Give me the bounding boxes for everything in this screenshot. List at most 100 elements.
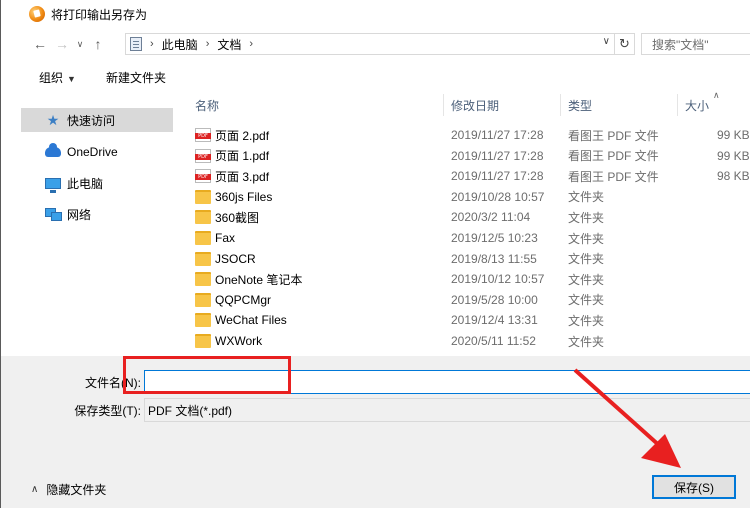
file-row[interactable]: 页面 2.pdf 2019/11/27 17:28 看图王 PDF 文件 99 KB [187, 125, 750, 145]
save-button[interactable]: 保存(S) [652, 475, 736, 499]
save-dialog: 将打印输出另存为 ← → ∨ ↑ › 此电脑 › 文档 › ∨ ↻ 搜索"文档"… [0, 0, 750, 508]
column-header-name[interactable]: 名称 [195, 92, 219, 118]
chevron-up-icon: ∧ [31, 484, 39, 495]
filename-input[interactable] [144, 370, 750, 394]
sort-caret-icon: ∧ [713, 92, 720, 100]
file-row[interactable]: 页面 3.pdf 2019/11/27 17:28 看图王 PDF 文件 98 KB [187, 166, 750, 186]
recent-locations-chevron-icon[interactable]: ∨ [73, 33, 87, 55]
toolbar: 组织 ▼ 新建文件夹 [1, 62, 750, 92]
file-type: 文件夹 [568, 334, 605, 349]
file-size: 99 KB [717, 128, 750, 142]
file-type: 文件夹 [568, 210, 605, 225]
nav-item-this-pc[interactable]: 此电脑 [21, 171, 173, 195]
file-type: 看图王 PDF 文件 [568, 169, 659, 184]
filetype-select[interactable]: PDF 文档(*.pdf) [144, 398, 750, 422]
folder-icon [195, 334, 211, 348]
breadcrumb-documents[interactable]: 文档 [217, 36, 241, 53]
hide-folders-button[interactable]: ∧ 隐藏文件夹 [31, 481, 106, 498]
file-name-cell: WeChat Files [195, 313, 287, 328]
file-date: 2019/11/27 17:28 [451, 148, 544, 163]
file-name: 页面 3.pdf [215, 169, 270, 184]
nav-item-label: OneDrive [67, 145, 118, 159]
file-type: 文件夹 [568, 231, 605, 246]
back-arrow-icon[interactable]: ← [29, 33, 51, 55]
nav-item-onedrive[interactable]: OneDrive [21, 140, 173, 164]
file-name-cell: 360截图 [195, 209, 259, 226]
file-name: 360截图 [215, 210, 260, 225]
title-bar: 将打印输出另存为 [1, 0, 750, 28]
breadcrumb-separator-icon[interactable]: › [249, 38, 253, 50]
filetype-value: PDF 文档(*.pdf) [148, 403, 233, 418]
file-type: 文件夹 [568, 313, 605, 328]
address-dropdown-icon[interactable]: ∨ [603, 36, 610, 47]
refresh-icon[interactable]: ↻ [614, 34, 634, 54]
file-row[interactable]: 360截图 2020/3/2 11:04 文件夹 [187, 207, 750, 227]
file-type: 文件夹 [568, 252, 605, 267]
filetype-label: 保存类型(T): [74, 404, 141, 418]
file-list: 名称 修改日期 类型 ∧ 大小 页面 2.pdf 2019/11/27 17:28… [187, 92, 750, 356]
nav-item-network[interactable]: 网络 [21, 202, 173, 226]
address-row: ← → ∨ ↑ › 此电脑 › 文档 › ∨ ↻ 搜索"文档" [1, 30, 750, 58]
file-name: 页面 1.pdf [215, 149, 270, 164]
file-row[interactable]: 360js Files 2019/10/28 10:57 文件夹 [187, 187, 750, 207]
folder-icon [195, 292, 211, 307]
file-row[interactable]: WXWork 2020/5/11 11:52 文件夹 [187, 331, 750, 351]
file-name-cell: 页面 1.pdf [195, 147, 269, 164]
hide-folders-label: 隐藏文件夹 [46, 483, 107, 497]
search-input[interactable]: 搜索"文档" [641, 33, 750, 55]
document-icon [130, 37, 142, 51]
nav-item-label: 此电脑 [67, 176, 104, 191]
computer-icon [45, 176, 61, 193]
up-arrow-icon[interactable]: ↑ [87, 33, 109, 55]
column-header-type[interactable]: 类型 [568, 92, 592, 118]
column-divider[interactable] [677, 94, 678, 116]
file-row[interactable]: JSOCR 2019/8/13 11:55 文件夹 [187, 249, 750, 269]
network-icon [45, 207, 62, 221]
column-divider[interactable] [443, 94, 444, 116]
file-name-cell: 页面 3.pdf [195, 168, 269, 185]
nav-item-quick-access[interactable]: ★ 快速访问 [21, 108, 173, 132]
filename-label: 文件名(N): [85, 376, 141, 390]
file-row[interactable]: OneNote 笔记本 2019/10/12 10:57 文件夹 [187, 269, 750, 289]
column-header-size[interactable]: 大小 [685, 92, 709, 118]
folder-icon [195, 272, 211, 287]
file-date: 2019/10/12 10:57 [451, 272, 545, 287]
column-divider[interactable] [560, 94, 561, 116]
forward-arrow-icon[interactable]: → [51, 33, 73, 55]
navigation-pane: ★ 快速访问 OneDrive 此电脑 网络 [21, 92, 177, 356]
file-name-cell: OneNote 笔记本 [195, 271, 302, 288]
column-header-date[interactable]: 修改日期 [451, 92, 499, 118]
folder-icon [195, 210, 211, 225]
organize-label: 组织 [39, 70, 64, 85]
file-date: 2020/3/2 11:04 [451, 210, 531, 225]
address-bar[interactable]: › 此电脑 › 文档 › ∨ ↻ [125, 33, 635, 55]
breadcrumb-separator-icon[interactable]: › [206, 38, 210, 50]
organize-button[interactable]: 组织 ▼ [33, 65, 82, 90]
cloud-icon [45, 143, 61, 159]
breadcrumb-this-pc[interactable]: 此电脑 [162, 36, 198, 53]
pdf-file-icon [195, 128, 211, 142]
folder-icon [195, 313, 211, 328]
file-date: 2019/12/5 10:23 [451, 231, 538, 245]
nav-item-label: 网络 [67, 207, 92, 222]
file-type: 文件夹 [568, 272, 605, 287]
file-date: 2019/12/4 13:31 [451, 313, 538, 328]
file-name: WeChat Files [215, 313, 287, 328]
file-name-cell: QQPCMgr [195, 292, 271, 307]
folder-icon [195, 251, 211, 266]
file-date: 2019/10/28 10:57 [451, 189, 545, 204]
file-row[interactable]: QQPCMgr 2019/5/28 10:00 文件夹 [187, 290, 750, 310]
file-row[interactable]: Fax 2019/12/5 10:23 文件夹 [187, 228, 750, 248]
file-row[interactable]: 页面 1.pdf 2019/11/27 17:28 看图王 PDF 文件 99 KB [187, 146, 750, 166]
file-name: OneNote 笔记本 [215, 272, 303, 287]
folder-icon [195, 231, 211, 245]
new-folder-button[interactable]: 新建文件夹 [100, 65, 172, 90]
nav-item-label: 快速访问 [67, 113, 116, 128]
file-name-cell: WXWork [195, 334, 262, 348]
star-icon: ★ [46, 112, 60, 128]
file-date: 2019/5/28 10:00 [451, 292, 538, 307]
breadcrumb-separator-icon[interactable]: › [150, 38, 154, 50]
file-type: 文件夹 [568, 293, 605, 308]
file-row[interactable]: WeChat Files 2019/12/4 13:31 文件夹 [187, 310, 750, 330]
file-name: WXWork [215, 334, 263, 348]
